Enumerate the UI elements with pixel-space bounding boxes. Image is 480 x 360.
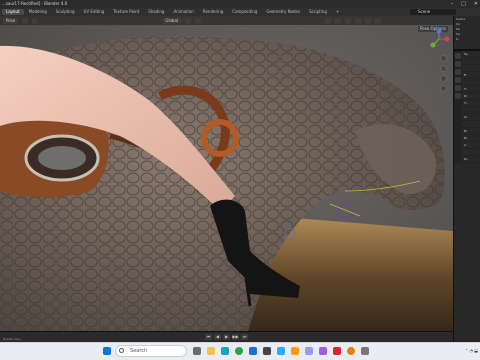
- start-icon[interactable]: [103, 347, 111, 355]
- property-row[interactable]: [462, 121, 480, 128]
- property-row[interactable]: Bi: [462, 128, 480, 135]
- property-row[interactable]: Br: [462, 135, 480, 142]
- properties-tabs: [454, 51, 462, 163]
- scene-selector[interactable]: Scene: [410, 9, 456, 15]
- settings-icon[interactable]: [361, 347, 369, 355]
- tab-uv-editing[interactable]: UV Editing: [80, 9, 109, 15]
- property-row[interactable]: Sp: [462, 51, 480, 58]
- perspective-toggle-icon[interactable]: [440, 85, 447, 92]
- snap-icon[interactable]: [195, 17, 202, 24]
- viewport-header: Pose Global: [0, 16, 453, 25]
- modifier-properties-icon[interactable]: [455, 85, 461, 91]
- mail-icon[interactable]: [249, 347, 257, 355]
- shading-rendered-icon[interactable]: [375, 17, 382, 24]
- property-row[interactable]: Po: [462, 156, 480, 163]
- property-row[interactable]: Gi: [462, 114, 480, 121]
- bone-properties-icon[interactable]: [455, 93, 461, 99]
- minimize-button[interactable]: –: [451, 0, 454, 8]
- window-title: ...saur17-Rectified] - Blender 4.0: [2, 1, 68, 6]
- property-row[interactable]: [462, 65, 480, 72]
- chrome-icon[interactable]: [235, 347, 243, 355]
- tab-rendering[interactable]: Rendering: [199, 9, 227, 15]
- xray-icon[interactable]: [355, 17, 362, 24]
- select-menu-icon[interactable]: [32, 17, 39, 24]
- edge-icon[interactable]: [221, 347, 229, 355]
- maximize-button[interactable]: □: [461, 0, 466, 8]
- zoom-icon[interactable]: [440, 55, 447, 62]
- property-row[interactable]: Fi: [462, 72, 480, 79]
- store-icon[interactable]: [263, 347, 271, 355]
- illustrator-icon[interactable]: [291, 347, 299, 355]
- premiere-icon[interactable]: [305, 347, 313, 355]
- add-workspace-button[interactable]: +: [332, 9, 343, 15]
- properties-editor: Sp Fi Ti Di Ti Gi Bi Br Li Po: [454, 51, 480, 163]
- properties-list: Sp Fi Ti Di Ti Gi Bi Br Li Po: [462, 51, 480, 163]
- window-titlebar: ...saur17-Rectified] - Blender 4.0: [0, 0, 480, 8]
- blender-icon[interactable]: [347, 347, 355, 355]
- pivot-icon[interactable]: [185, 17, 192, 24]
- gizmo-toggle-icon[interactable]: [335, 17, 342, 24]
- system-tray[interactable]: ⌃ ◔ ⬓: [465, 345, 478, 357]
- file-explorer-icon[interactable]: [207, 347, 215, 355]
- search-placeholder: Search: [130, 348, 148, 354]
- window-controls: – □ ✕: [451, 0, 478, 8]
- tab-sculpting[interactable]: Sculpting: [52, 9, 79, 15]
- close-button[interactable]: ✕: [474, 0, 478, 8]
- tab-scripting[interactable]: Scripting: [305, 9, 331, 15]
- mode-selector[interactable]: Pose: [3, 17, 19, 24]
- right-side-panel: Scene Co Sa Ca Li Sp Fi Ti Di Ti Gi Bi B…: [453, 16, 480, 342]
- axis-gizmo-icon: [430, 28, 450, 48]
- scene-label: Scene: [418, 9, 431, 14]
- transform-orientation-selector[interactable]: Global: [162, 17, 182, 24]
- 3d-viewport[interactable]: [0, 16, 453, 342]
- navigation-gizmo[interactable]: [428, 28, 450, 50]
- visibility-icon[interactable]: [325, 17, 332, 24]
- pan-hand-icon[interactable]: [440, 65, 447, 72]
- view-menu-icon[interactable]: [22, 17, 29, 24]
- property-row[interactable]: [462, 58, 480, 65]
- tab-animation[interactable]: Animation: [169, 9, 197, 15]
- scene-properties-icon[interactable]: [455, 69, 461, 75]
- tab-modeling[interactable]: Modeling: [25, 9, 51, 15]
- viewport-nav-tools: [440, 55, 448, 92]
- object-properties-icon[interactable]: [455, 77, 461, 83]
- acrobat-icon[interactable]: [333, 347, 341, 355]
- outliner-row[interactable]: Li: [454, 37, 480, 42]
- after-effects-icon[interactable]: [319, 347, 327, 355]
- task-view-icon[interactable]: [193, 347, 201, 355]
- camera-view-icon[interactable]: [440, 75, 447, 82]
- property-row[interactable]: [462, 149, 480, 156]
- property-row[interactable]: [462, 107, 480, 114]
- output-properties-icon[interactable]: [455, 61, 461, 67]
- property-row[interactable]: Di: [462, 93, 480, 100]
- tab-texture-paint[interactable]: Texture Paint: [109, 9, 143, 15]
- tab-layout[interactable]: Layout: [2, 9, 24, 15]
- property-row[interactable]: Li: [462, 142, 480, 149]
- property-row[interactable]: Ti: [462, 86, 480, 93]
- outliner: Scene Co Sa Ca Li: [454, 16, 480, 51]
- tab-shading[interactable]: Shading: [144, 9, 168, 15]
- tab-geometry-nodes[interactable]: Geometry Nodes: [262, 9, 304, 15]
- viewport-render: [0, 16, 453, 342]
- property-row[interactable]: [462, 79, 480, 86]
- search-icon: [119, 348, 124, 353]
- overlay-toggle-icon[interactable]: [345, 17, 352, 24]
- photoshop-icon[interactable]: [277, 347, 285, 355]
- status-text: Rotate View: [3, 337, 21, 341]
- property-row[interactable]: Ti: [462, 100, 480, 107]
- workspace-tabbar: Layout Modeling Sculpting UV Editing Tex…: [0, 8, 480, 16]
- tab-compositing[interactable]: Compositing: [228, 9, 261, 15]
- shading-solid-icon[interactable]: [365, 17, 372, 24]
- taskbar-search-input[interactable]: Search: [115, 345, 187, 357]
- render-properties-icon[interactable]: [455, 53, 461, 59]
